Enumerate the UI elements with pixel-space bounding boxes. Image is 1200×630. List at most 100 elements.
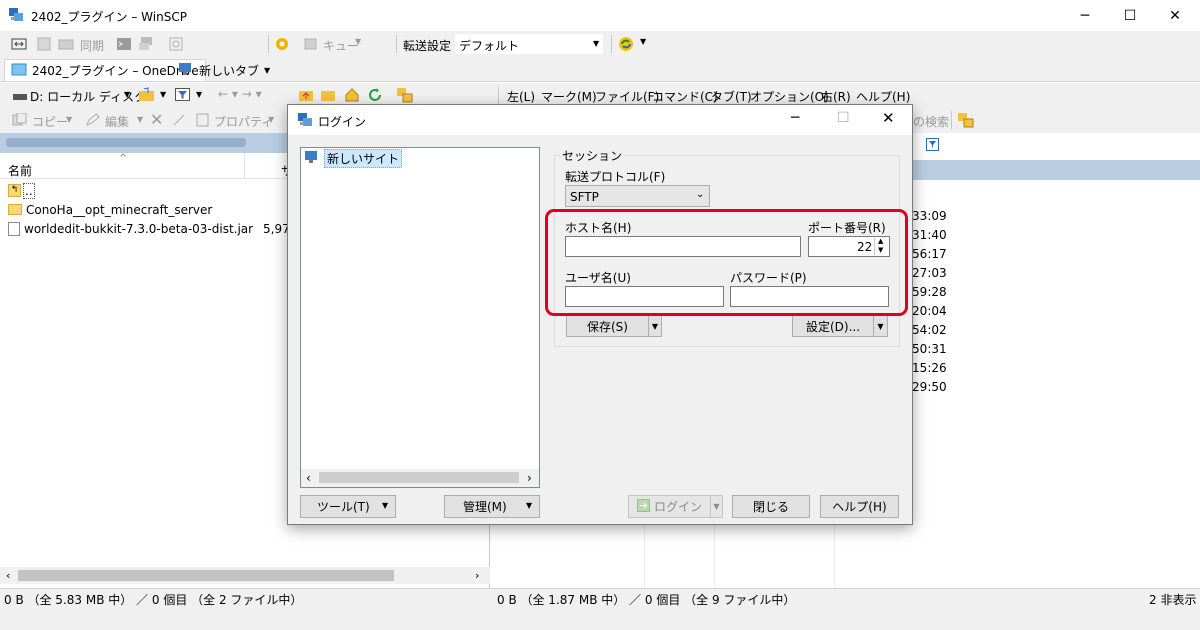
chevron-down-icon: ▼ (264, 65, 271, 75)
folder-icon (11, 62, 27, 79)
menu-left[interactable]: 左(L) (507, 88, 535, 105)
copy-icon[interactable] (12, 112, 28, 130)
scroll-left-icon[interactable]: ‹ (306, 471, 311, 485)
sync-status-icon[interactable] (617, 35, 635, 56)
jar-file-icon (8, 221, 20, 236)
transfer-preset-select[interactable]: デフォルト ▼ (455, 34, 603, 54)
dialog-minimize-button[interactable]: ─ (791, 110, 799, 126)
tree-h-scrollbar[interactable]: ‹ › (301, 469, 539, 487)
back-arrow-icon[interactable]: ← ▾ → ▾ (218, 87, 262, 101)
help-button[interactable]: ヘルプ(H) (820, 495, 899, 518)
manage-button[interactable]: 管理(M) ▼ (444, 495, 540, 518)
login-button-label: ログイン (653, 500, 702, 514)
parent-dir-icon[interactable] (298, 88, 314, 105)
manage-button-label: 管理(M) (463, 500, 507, 514)
edit-icon[interactable] (85, 113, 101, 130)
open-folder-icon[interactable] (138, 87, 156, 106)
filter-icon[interactable] (926, 138, 940, 155)
tab-new-tab[interactable]: 新しいタブ ▼ (172, 59, 276, 81)
find-files-label[interactable]: の検索 (913, 113, 949, 130)
delete-icon[interactable]: ✕ (150, 110, 163, 129)
properties-button[interactable]: プロパティ (214, 113, 273, 130)
filter-icon[interactable] (175, 88, 191, 105)
compare-dirs-icon[interactable] (11, 36, 27, 55)
root-dir-icon[interactable] (320, 88, 336, 105)
modified-time: :56:17 (908, 247, 947, 261)
menu-mark[interactable]: マーク(M) (541, 88, 597, 105)
advanced-dropdown-button[interactable]: ▼ (873, 315, 888, 337)
maximize-button[interactable]: ☐ (1107, 0, 1153, 31)
login-dropdown-button[interactable]: ▼ (710, 495, 723, 518)
synchronize-label[interactable]: 同期 (80, 37, 104, 54)
file-name: ConoHa__opt_minecraft_server (26, 202, 213, 217)
scroll-thumb[interactable] (319, 472, 519, 483)
dialog-close-button[interactable]: ✕ (882, 109, 895, 127)
tools-button[interactable]: ツール(T) ▼ (300, 495, 396, 518)
right-status-text: 0 B （全 1.87 MB 中） ／ 0 個目 （全 9 ファイル中） (497, 593, 796, 607)
site-tree[interactable]: 新しいサイト ‹ › (300, 147, 540, 488)
left-h-scrollbar[interactable]: ‹ › (0, 567, 490, 584)
chevron-down-icon: ▼ (526, 501, 533, 510)
menu-tab[interactable]: タブ(T) (711, 88, 752, 105)
chevron-down-icon[interactable]: ▼ (137, 115, 143, 124)
modified-time: :27:03 (908, 266, 947, 280)
tree-item-label: 新しいサイト (324, 149, 403, 168)
queue-label[interactable]: キュー (323, 37, 359, 54)
login-button[interactable]: ログイン (628, 495, 711, 518)
refresh-session-icon[interactable] (168, 36, 184, 55)
menu-command[interactable]: コマンド(C) (652, 88, 718, 105)
sync-dropdown-icon[interactable]: ▼ (640, 37, 646, 46)
queue-icon[interactable] (303, 36, 319, 55)
tree-item-new-site[interactable]: 新しいサイト (304, 149, 403, 168)
menu-right[interactable]: 右(R) (821, 88, 851, 105)
window-title: 2402_プラグイン – WinSCP (31, 10, 187, 24)
scroll-right-icon[interactable]: › (475, 569, 479, 582)
rename-icon[interactable] (172, 113, 188, 130)
toolbar-separator (611, 35, 612, 53)
toolbar-separator (396, 35, 397, 53)
advanced-button[interactable]: 設定(D)... (792, 315, 874, 337)
menu-options[interactable]: オプション(O) (750, 88, 829, 105)
save-dropdown-button[interactable]: ▼ (648, 315, 662, 337)
close-window-button[interactable]: ✕ (1152, 0, 1198, 31)
copy-button[interactable]: コピー (32, 113, 68, 130)
protocol-select[interactable]: SFTP ⌄ (565, 185, 710, 207)
help-button-label: ヘルプ(H) (832, 500, 887, 514)
protocol-label: 転送プロトコル(F) (565, 170, 666, 184)
hidden-files-count[interactable]: 2 非表示 (1149, 591, 1196, 608)
synchronize-icon[interactable] (58, 36, 74, 55)
path-text-blurred (6, 138, 246, 147)
file-name: worldedit-bukkit-7.3.0-beta-03-dist.jar (24, 221, 254, 236)
edit-button[interactable]: 編集 (105, 113, 129, 130)
chevron-down-icon[interactable]: ▼ (124, 90, 130, 99)
scroll-right-icon[interactable]: › (527, 471, 532, 485)
chevron-down-icon[interactable]: ▼ (66, 115, 72, 124)
console-icon[interactable] (116, 36, 132, 55)
minimize-button[interactable]: ─ (1062, 0, 1108, 31)
session-tabs: 2402_プラグイン – OneDrive 新しいタブ ▼ (0, 57, 1200, 82)
tab-label: 新しいタブ (199, 63, 260, 78)
chevron-down-icon[interactable]: ▼ (268, 115, 274, 124)
dialog-title: ログイン (318, 115, 367, 129)
dialog-maximize-button: ☐ (837, 110, 850, 126)
properties-icon[interactable] (196, 113, 210, 130)
putty-icon[interactable] (138, 36, 154, 55)
close-button[interactable]: 閉じる (732, 495, 810, 518)
winscp-app-icon (297, 112, 313, 131)
modified-time: :33:09 (908, 209, 947, 223)
save-button[interactable]: 保存(S) (566, 315, 649, 337)
session-group-title: セッション (560, 147, 625, 164)
chevron-down-icon[interactable]: ▼ (160, 90, 166, 99)
queue-dropdown-icon[interactable]: ▼ (355, 37, 361, 46)
scroll-left-icon[interactable]: ‹ (6, 569, 10, 582)
transfer-preset-value: デフォルト (459, 39, 520, 53)
highlight-annotation (545, 209, 908, 316)
menu-help[interactable]: ヘルプ(H) (856, 88, 910, 105)
find-files-icon[interactable] (957, 112, 975, 131)
sync-browse-icon[interactable] (36, 36, 52, 55)
gear-icon[interactable] (274, 36, 290, 55)
menu-file[interactable]: ファイル(F) (595, 88, 659, 105)
column-name[interactable]: 名前 (8, 162, 32, 179)
scroll-thumb[interactable] (18, 570, 394, 581)
chevron-down-icon[interactable]: ▼ (196, 90, 202, 99)
